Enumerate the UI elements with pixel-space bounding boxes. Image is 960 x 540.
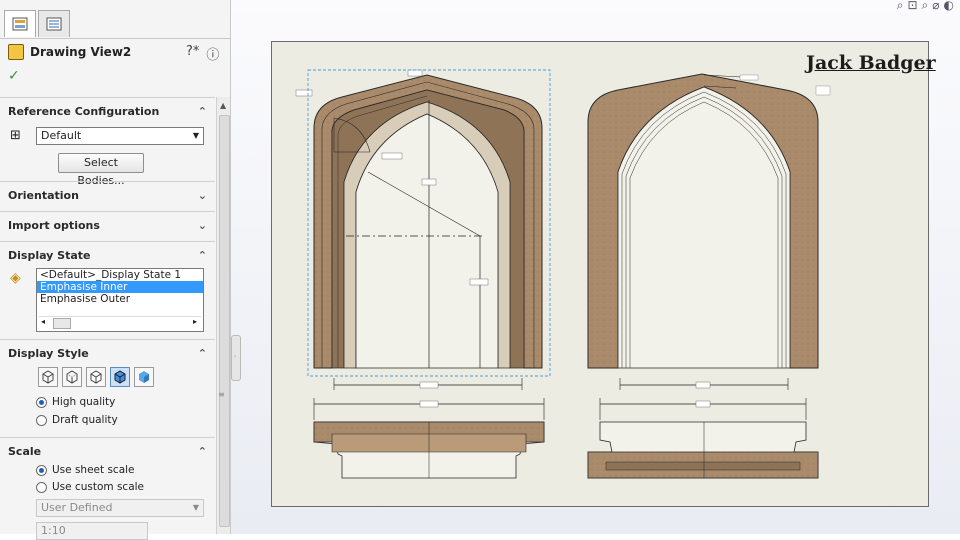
- chevron-up-icon: ⌃: [197, 104, 207, 118]
- configuration-icon: ⊞: [10, 128, 21, 143]
- scrollbar-thumb[interactable]: [219, 115, 230, 527]
- hidden-lines-visible-icon: [66, 370, 78, 384]
- import-options-label: Import options: [8, 218, 100, 232]
- chevron-down-icon: ▼: [192, 131, 199, 140]
- use-custom-scale-option[interactable]: Use custom scale: [36, 481, 144, 493]
- author-title: Jack Badger: [806, 52, 936, 74]
- panel-scrollbar[interactable]: ▲: [216, 97, 230, 534]
- scale-label: Scale: [8, 444, 42, 458]
- display-state-icon: ◈: [10, 270, 21, 286]
- panel-resize-grip[interactable]: ≡: [218, 390, 225, 399]
- display-state-item[interactable]: <Default>_Display State 1: [37, 269, 203, 281]
- drawing-canvas: [295, 69, 831, 479]
- previous-view-icon[interactable]: ⌕: [922, 0, 929, 13]
- orientation-section: Orientation ⌄: [0, 181, 215, 212]
- plan-view-left[interactable]: [313, 398, 545, 479]
- configuration-dropdown[interactable]: Default ▼: [36, 127, 204, 145]
- drawing-sheet[interactable]: [271, 41, 929, 507]
- whats-wrong-icon[interactable]: ?*: [186, 44, 199, 63]
- panel-splitter[interactable]: ◦: [231, 335, 241, 381]
- display-state-item-selected[interactable]: Emphasise Inner: [37, 281, 203, 293]
- chevron-up-icon: ⌃: [197, 346, 207, 360]
- section-view-icon[interactable]: ⌀: [932, 0, 939, 13]
- use-sheet-scale-label: Use sheet scale: [52, 464, 135, 476]
- shaded-icon: [139, 371, 149, 383]
- panel-title-text: Drawing View2: [30, 45, 132, 59]
- custom-scale-input[interactable]: 1:10: [36, 522, 148, 540]
- shaded-with-edges-button[interactable]: [110, 367, 130, 387]
- display-state-header[interactable]: Display State ⌃: [0, 242, 215, 268]
- display-state-list[interactable]: <Default>_Display State 1 Emphasise Inne…: [36, 268, 204, 332]
- zoom-to-fit-icon[interactable]: ⌕: [897, 0, 904, 13]
- plan-view-right[interactable]: [587, 398, 819, 479]
- drawing-view-icon: [8, 44, 24, 60]
- heads-up-toolbar: ⌕ ⊡ ⌕ ⌀ ◐: [897, 0, 954, 13]
- use-custom-scale-label: Use custom scale: [52, 481, 145, 493]
- property-manager-icon: [12, 17, 28, 31]
- display-state-label: Display State: [8, 248, 91, 262]
- scale-header[interactable]: Scale ⌃: [0, 438, 215, 464]
- custom-scale-dropdown[interactable]: User Defined ▼: [36, 499, 204, 517]
- display-state-section: Display State ⌃ ◈ <Default>_Display Stat…: [0, 241, 215, 340]
- radio-unselected[interactable]: [36, 481, 47, 493]
- help-icon[interactable]: ⓘ: [206, 44, 219, 63]
- zoom-to-area-icon[interactable]: ⊡: [907, 0, 917, 13]
- select-bodies-button[interactable]: Select Bodies...: [58, 153, 144, 187]
- wireframe-icon: [42, 370, 54, 384]
- panel-title: Drawing View2: [8, 44, 131, 60]
- front-view-arch[interactable]: [295, 69, 551, 390]
- rear-view-arch[interactable]: [587, 73, 831, 390]
- radio-unselected[interactable]: [36, 414, 47, 426]
- hidden-lines-visible-button[interactable]: [62, 367, 82, 387]
- scroll-up-icon[interactable]: ▲: [220, 101, 226, 110]
- chevron-down-icon: ▼: [192, 503, 199, 512]
- chevron-down-icon: ⌄: [197, 218, 207, 232]
- reference-configuration-label: Reference Configuration: [8, 104, 160, 118]
- radio-selected[interactable]: [36, 464, 47, 476]
- help-icons: ?* ⓘ: [186, 44, 219, 63]
- custom-scale-dropdown-value: User Defined: [41, 501, 113, 514]
- configuration-dropdown-value: Default: [41, 129, 82, 142]
- orientation-label: Orientation: [8, 188, 79, 202]
- shaded-with-edges-icon: [114, 370, 126, 384]
- chevron-down-icon: ⌄: [197, 188, 207, 202]
- high-quality-label: High quality: [52, 396, 116, 408]
- chevron-up-icon: ⌃: [197, 248, 207, 262]
- high-quality-option[interactable]: High quality: [36, 396, 115, 408]
- hidden-lines-removed-icon: [90, 370, 102, 384]
- use-sheet-scale-option[interactable]: Use sheet scale: [36, 464, 135, 476]
- import-options-section: Import options ⌄: [0, 211, 215, 242]
- property-manager-tab[interactable]: [4, 10, 36, 37]
- configuration-manager-tab[interactable]: [38, 10, 70, 37]
- configuration-manager-icon: [46, 17, 62, 31]
- chevron-up-icon: ⌃: [197, 444, 207, 458]
- panel-tab-strip: [0, 0, 230, 39]
- radio-selected[interactable]: [36, 396, 47, 408]
- property-manager-panel: Drawing View2 ?* ⓘ ✓ Reference Configura…: [0, 0, 231, 540]
- shaded-button[interactable]: [134, 367, 154, 387]
- reference-configuration-section: Reference Configuration ⌃ ⊞ Default ▼ Se…: [0, 97, 215, 187]
- orientation-header[interactable]: Orientation ⌄: [0, 182, 215, 208]
- hidden-lines-removed-button[interactable]: [86, 367, 106, 387]
- reference-configuration-header[interactable]: Reference Configuration ⌃: [0, 98, 215, 124]
- import-options-header[interactable]: Import options ⌄: [0, 212, 215, 238]
- wireframe-button[interactable]: [38, 367, 58, 387]
- display-style-label: Display Style: [8, 346, 89, 360]
- draft-quality-label: Draft quality: [52, 414, 118, 426]
- horizontal-scrollbar[interactable]: ◂ ▸: [39, 316, 201, 329]
- display-state-item[interactable]: Emphasise Outer: [37, 293, 203, 305]
- rotate-view-icon[interactable]: ◐: [944, 0, 954, 13]
- draft-quality-option[interactable]: Draft quality: [36, 414, 118, 426]
- ok-check-icon[interactable]: ✓: [8, 68, 20, 84]
- display-style-header[interactable]: Display Style ⌃: [0, 340, 215, 366]
